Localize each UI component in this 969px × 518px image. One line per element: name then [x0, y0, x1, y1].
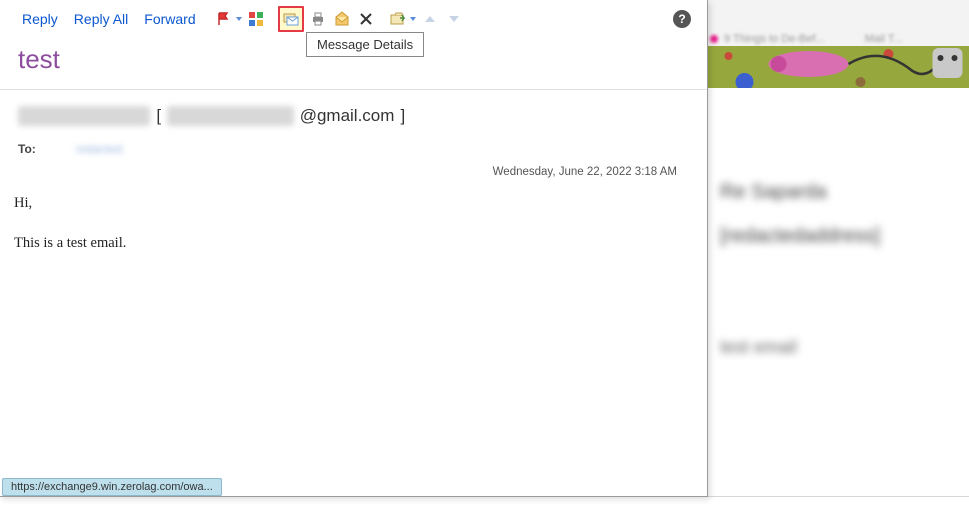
- to-label: To:: [18, 142, 36, 156]
- email-message-window: Reply Reply All Forward: [0, 0, 708, 497]
- open-envelope-icon[interactable]: [332, 9, 352, 29]
- body-line-1: Hi,: [14, 194, 693, 214]
- bg-tab-1: 9 Things to De-Bef...: [724, 33, 825, 45]
- to-value-redacted: redacted: [76, 142, 123, 156]
- message-details-icon: [281, 9, 301, 29]
- bg-tab-2: Mail T...: [865, 33, 903, 45]
- sender-email-domain: @gmail.com: [300, 106, 395, 126]
- from-line: Redacted Sender [ redactedaddress @gmail.c…: [18, 106, 689, 126]
- bracket-close: ]: [400, 106, 405, 126]
- background-mail-preview: Re Saparda [redactedaddress] test email: [710, 150, 969, 388]
- move-dropdown[interactable]: [388, 9, 416, 29]
- reply-all-button[interactable]: Reply All: [68, 9, 134, 29]
- flag-icon: [214, 9, 234, 29]
- body-line-2: This is a test email.: [14, 234, 693, 254]
- delete-icon[interactable]: [356, 9, 376, 29]
- status-bar-url: https://exchange9.win.zerolag.com/owa...: [2, 478, 222, 496]
- message-body: Hi, This is a test email.: [0, 190, 707, 277]
- chevron-down-icon: [410, 17, 416, 21]
- flag-dropdown[interactable]: [214, 9, 242, 29]
- bracket-open: [: [156, 106, 161, 126]
- print-icon[interactable]: [308, 9, 328, 29]
- forward-button[interactable]: Forward: [138, 9, 201, 29]
- move-folder-icon: [388, 9, 408, 29]
- reply-button[interactable]: Reply: [16, 9, 64, 29]
- help-icon[interactable]: ?: [673, 10, 691, 28]
- message-date: Wednesday, June 22, 2022 3:18 AM: [0, 162, 707, 190]
- sender-name-redacted: Redacted Sender: [18, 106, 150, 126]
- tooltip: Message Details: [306, 32, 424, 57]
- background-banner: [708, 46, 969, 88]
- previous-item-icon[interactable]: [420, 9, 440, 29]
- chevron-down-icon: [236, 17, 242, 21]
- sender-email-local-redacted: redactedaddress: [167, 106, 294, 126]
- toolbar: Reply Reply All Forward: [0, 0, 707, 36]
- next-item-icon[interactable]: [444, 9, 464, 29]
- categories-icon[interactable]: [246, 9, 266, 29]
- message-details-button[interactable]: [278, 6, 304, 32]
